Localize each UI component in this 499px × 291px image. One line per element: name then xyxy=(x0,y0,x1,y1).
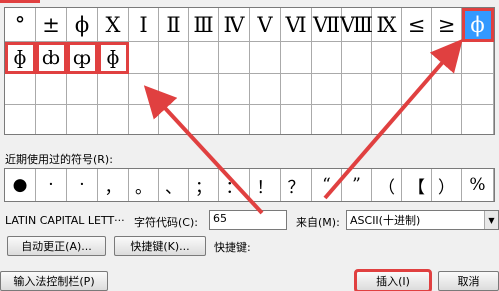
symbol-cell[interactable]: Ⅹ xyxy=(98,8,129,42)
from-label: 来自(M): xyxy=(296,216,340,229)
symbol-cell-empty[interactable] xyxy=(432,42,462,74)
insert-button[interactable]: 插入(I) xyxy=(354,269,432,291)
shortcut-key-label: 快捷键: xyxy=(214,241,251,254)
symbol-cell[interactable]: ° xyxy=(5,8,36,42)
symbol-cell-empty[interactable] xyxy=(159,105,189,134)
symbol-cell-empty[interactable] xyxy=(250,74,281,105)
symbol-cell[interactable]: Ⅰ xyxy=(129,8,159,42)
symbol-cell[interactable]: Ⅲ xyxy=(189,8,219,42)
recent-symbol-cell[interactable]: ， xyxy=(98,169,129,201)
char-code-label: 字符代码(C): xyxy=(134,216,198,229)
recent-symbol-cell[interactable]: （ xyxy=(372,169,402,201)
recent-symbol-cell[interactable]: % xyxy=(462,169,494,201)
symbol-cell[interactable]: Ⅴ xyxy=(250,8,281,42)
symbol-cell[interactable]: ≤ xyxy=(402,8,432,42)
ime-toolbar-button[interactable]: 输入法控制栏(P) xyxy=(0,271,108,291)
symbol-cell-empty[interactable] xyxy=(129,74,159,105)
symbol-cell-empty[interactable] xyxy=(219,74,250,105)
symbol-cell[interactable]: ɸ xyxy=(98,42,129,74)
symbol-cell-empty[interactable] xyxy=(462,74,494,105)
symbol-cell-empty[interactable] xyxy=(372,74,402,105)
symbol-cell-empty[interactable] xyxy=(432,74,462,105)
recent-symbol-cell[interactable]: ； xyxy=(189,169,219,201)
symbol-cell-empty[interactable] xyxy=(462,105,494,134)
symbol-cell[interactable]: ± xyxy=(36,8,67,42)
recent-symbol-cell[interactable]: 【 xyxy=(402,169,432,201)
symbol-cell-empty[interactable] xyxy=(5,74,36,105)
recent-symbol-cell[interactable]: ） xyxy=(432,169,462,201)
character-name: LATIN CAPITAL LETT··· xyxy=(5,214,125,227)
symbol-cell-empty[interactable] xyxy=(189,105,219,134)
symbol-cell-empty[interactable] xyxy=(432,105,462,134)
recent-symbol-cell[interactable]: 、 xyxy=(159,169,189,201)
recent-symbol-cell[interactable]: ” xyxy=(342,169,372,201)
from-select-value: ASCII(十进制) xyxy=(350,214,421,227)
symbol-cell[interactable]: Ⅳ xyxy=(219,8,250,42)
symbol-cell-empty[interactable] xyxy=(98,74,129,105)
symbol-cell-empty[interactable] xyxy=(281,74,312,105)
recent-symbols-bar[interactable]: ● · · ， 。 、 ； ： ！ ？ “ ” （ 【 ） % xyxy=(4,168,495,202)
symbol-cell-empty[interactable] xyxy=(402,74,432,105)
symbol-cell[interactable]: Ⅶ xyxy=(312,8,342,42)
recent-symbol-cell[interactable]: ： xyxy=(219,169,250,201)
chevron-down-icon[interactable]: ▼ xyxy=(484,211,498,229)
annotation-top-bar xyxy=(0,0,40,3)
recent-symbol-cell[interactable]: ！ xyxy=(250,169,281,201)
symbol-cell-empty[interactable] xyxy=(5,105,36,134)
symbol-cell-empty[interactable] xyxy=(402,105,432,134)
symbol-cell[interactable]: Ⅱ xyxy=(159,8,189,42)
symbol-cell-empty[interactable] xyxy=(312,105,342,134)
symbol-cell[interactable]: Ⅵ xyxy=(281,8,312,42)
symbol-cell-empty[interactable] xyxy=(36,105,67,134)
autocorrect-button[interactable]: 自动更正(A)... xyxy=(7,236,106,256)
symbol-cell-empty[interactable] xyxy=(250,42,281,74)
recent-symbol-cell[interactable]: “ xyxy=(312,169,342,201)
symbol-grid[interactable]: ° ± ϕ Ⅹ Ⅰ Ⅱ Ⅲ Ⅳ Ⅴ Ⅵ Ⅶ Ⅷ Ⅸ ≤ ≥ ϕ ɸ ȸ ȹ ɸ xyxy=(4,7,495,135)
symbol-cell-empty[interactable] xyxy=(281,42,312,74)
symbol-cell[interactable]: Ⅸ xyxy=(372,8,402,42)
cancel-button[interactable]: 取消 xyxy=(438,271,499,291)
symbol-cell-empty[interactable] xyxy=(281,105,312,134)
symbol-cell-empty[interactable] xyxy=(312,42,342,74)
symbol-cell[interactable]: ȸ xyxy=(36,42,67,74)
symbol-cell-empty[interactable] xyxy=(219,42,250,74)
symbol-cell-empty[interactable] xyxy=(189,42,219,74)
symbol-cell-empty[interactable] xyxy=(98,105,129,134)
recent-symbol-cell[interactable]: · xyxy=(36,169,67,201)
symbol-cell-empty[interactable] xyxy=(372,42,402,74)
symbol-cell-empty[interactable] xyxy=(159,42,189,74)
recent-symbol-cell[interactable]: · xyxy=(67,169,98,201)
symbol-cell[interactable]: ȹ xyxy=(67,42,98,74)
symbol-cell[interactable]: Ⅷ xyxy=(340,8,373,42)
symbol-cell-empty[interactable] xyxy=(129,105,159,134)
symbol-cell-empty[interactable] xyxy=(67,74,98,105)
char-code-input[interactable]: 65 xyxy=(209,210,287,230)
shortcut-key-button[interactable]: 快捷键(K)... xyxy=(114,236,206,256)
symbol-cell-empty[interactable] xyxy=(372,105,402,134)
symbol-cell-empty[interactable] xyxy=(219,105,250,134)
recent-symbols-label: 近期使用过的符号(R): xyxy=(5,153,113,166)
symbol-cell-empty[interactable] xyxy=(189,74,219,105)
symbol-cell-empty[interactable] xyxy=(159,74,189,105)
symbol-cell[interactable]: ≥ xyxy=(432,8,462,42)
symbol-cell-empty[interactable] xyxy=(129,42,159,74)
symbol-cell-empty[interactable] xyxy=(342,74,372,105)
symbol-cell[interactable]: ɸ xyxy=(5,42,36,74)
recent-symbol-cell[interactable]: ● xyxy=(5,169,36,201)
recent-symbol-cell[interactable]: 。 xyxy=(129,169,159,201)
symbol-cell-empty[interactable] xyxy=(342,42,372,74)
symbol-cell-empty[interactable] xyxy=(36,74,67,105)
symbol-cell-empty[interactable] xyxy=(250,105,281,134)
symbol-cell-empty[interactable] xyxy=(67,105,98,134)
symbol-cell[interactable]: ϕ xyxy=(67,8,98,42)
from-select[interactable]: ASCII(十进制) ▼ xyxy=(346,210,499,230)
symbol-cell-empty[interactable] xyxy=(312,74,342,105)
symbol-cell-empty[interactable] xyxy=(462,42,494,74)
symbol-cell-empty[interactable] xyxy=(402,42,432,74)
symbol-cell-selected[interactable]: ϕ xyxy=(462,8,494,42)
symbol-cell-empty[interactable] xyxy=(342,105,372,134)
recent-symbol-cell[interactable]: ？ xyxy=(281,169,312,201)
